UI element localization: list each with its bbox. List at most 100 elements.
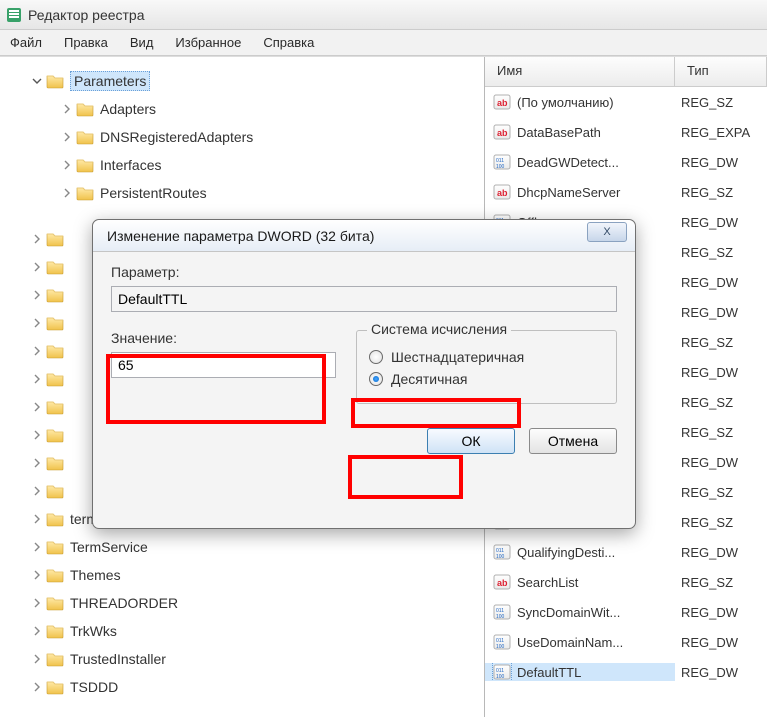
value-type: REG_SZ [675,395,767,410]
value-type: REG_SZ [675,425,767,440]
expander-icon[interactable] [30,400,44,414]
menu-file[interactable]: Файл [10,35,42,50]
list-row[interactable]: abDataBasePathREG_EXPA [485,117,767,147]
list-row[interactable]: 011100QualifyingDesti...REG_DW [485,537,767,567]
param-name-field [111,286,617,312]
menu-view[interactable]: Вид [130,35,154,50]
list-row[interactable]: abDhcpNameServerREG_SZ [485,177,767,207]
expander-icon[interactable] [30,512,44,526]
radix-group: Система исчисления Шестнадцатеричная Дес… [356,330,617,404]
value-type: REG_DW [675,275,767,290]
tree-item-label: TrustedInstaller [70,651,166,667]
folder-icon [76,100,94,118]
column-type[interactable]: Тип [675,57,767,86]
tree-item[interactable]: Adapters [0,95,484,123]
expander-icon[interactable] [30,456,44,470]
value-icon: ab [493,93,511,111]
value-type: REG_SZ [675,335,767,350]
folder-icon [46,426,64,444]
expander-icon[interactable] [30,316,44,330]
value-name: UseDomainNam... [517,635,623,650]
tree-item[interactable]: THREADORDER [0,589,484,617]
tree-item-label: PersistentRoutes [100,185,207,201]
svg-text:100: 100 [496,674,505,680]
radix-hex[interactable]: Шестнадцатеричная [369,349,604,365]
expander-icon[interactable] [30,624,44,638]
ok-button[interactable]: ОК [427,428,515,454]
expander-icon[interactable] [60,158,74,172]
radio-icon [369,372,383,386]
expander-icon[interactable] [60,102,74,116]
cancel-button[interactable]: Отмена [529,428,617,454]
folder-icon [46,314,64,332]
value-type: REG_DW [675,365,767,380]
expander-icon[interactable] [30,344,44,358]
expander-icon[interactable] [30,232,44,246]
menu-help[interactable]: Справка [263,35,314,50]
value-name: DefaultTTL [517,665,581,680]
expander-icon[interactable] [30,540,44,554]
radix-dec-label: Десятичная [391,371,467,387]
menubar: Файл Правка Вид Избранное Справка [0,30,767,56]
list-row[interactable]: abSearchListREG_SZ [485,567,767,597]
expander-icon[interactable] [60,130,74,144]
tree-item-label: Parameters [70,71,150,91]
list-row[interactable]: 011100SyncDomainWit...REG_DW [485,597,767,627]
value-name: SearchList [517,575,578,590]
tree-item[interactable]: TrkWks [0,617,484,645]
window-titlebar: Редактор реестра [0,0,767,30]
value-field[interactable] [111,352,336,378]
svg-text:ab: ab [497,98,508,108]
tree-item[interactable]: Parameters [0,67,484,95]
value-type: REG_DW [675,155,767,170]
dialog-titlebar[interactable]: Изменение параметра DWORD (32 бита) X [93,220,635,252]
expander-icon[interactable] [30,596,44,610]
expander-icon[interactable] [30,652,44,666]
expander-icon[interactable] [30,428,44,442]
value-type: REG_SZ [675,515,767,530]
tree-item-label: THREADORDER [70,595,178,611]
radix-dec[interactable]: Десятичная [369,371,604,387]
list-row[interactable]: ab(По умолчанию)REG_SZ [485,87,767,117]
value-type: REG_SZ [675,245,767,260]
expander-icon[interactable] [30,288,44,302]
value-type: REG_SZ [675,575,767,590]
value-type: REG_SZ [675,485,767,500]
expander-icon[interactable] [30,680,44,694]
tree-item-label: TSDDD [70,679,118,695]
svg-text:100: 100 [496,164,505,170]
edit-dword-dialog: Изменение параметра DWORD (32 бита) X Па… [92,219,636,529]
folder-icon [46,538,64,556]
tree-item[interactable]: Interfaces [0,151,484,179]
folder-icon [46,286,64,304]
param-label: Параметр: [111,264,617,280]
menu-favorites[interactable]: Избранное [175,35,241,50]
tree-item[interactable]: TSDDD [0,673,484,701]
tree-item[interactable]: PersistentRoutes [0,179,484,207]
expander-icon[interactable] [30,372,44,386]
tree-item[interactable]: TrustedInstaller [0,645,484,673]
close-button[interactable]: X [587,222,627,242]
folder-icon [76,128,94,146]
tree-item[interactable]: TermService [0,533,484,561]
list-row[interactable]: 011100DefaultTTLREG_DW [485,657,767,687]
list-row[interactable]: 011100DeadGWDetect...REG_DW [485,147,767,177]
value-icon: 011100 [493,663,511,681]
column-name[interactable]: Имя [485,57,675,86]
value-name: DhcpNameServer [517,185,620,200]
value-name: DataBasePath [517,125,601,140]
expander-icon[interactable] [60,186,74,200]
expander-icon[interactable] [30,568,44,582]
svg-text:100: 100 [496,614,505,620]
folder-icon [46,622,64,640]
expander-icon[interactable] [30,260,44,274]
tree-item-label: Adapters [100,101,156,117]
expander-icon[interactable] [30,484,44,498]
value-icon: 011100 [493,633,511,651]
tree-item[interactable]: DNSRegisteredAdapters [0,123,484,151]
folder-icon [46,650,64,668]
list-row[interactable]: 011100UseDomainNam...REG_DW [485,627,767,657]
tree-item[interactable]: Themes [0,561,484,589]
menu-edit[interactable]: Правка [64,35,108,50]
expander-icon[interactable] [30,74,44,88]
